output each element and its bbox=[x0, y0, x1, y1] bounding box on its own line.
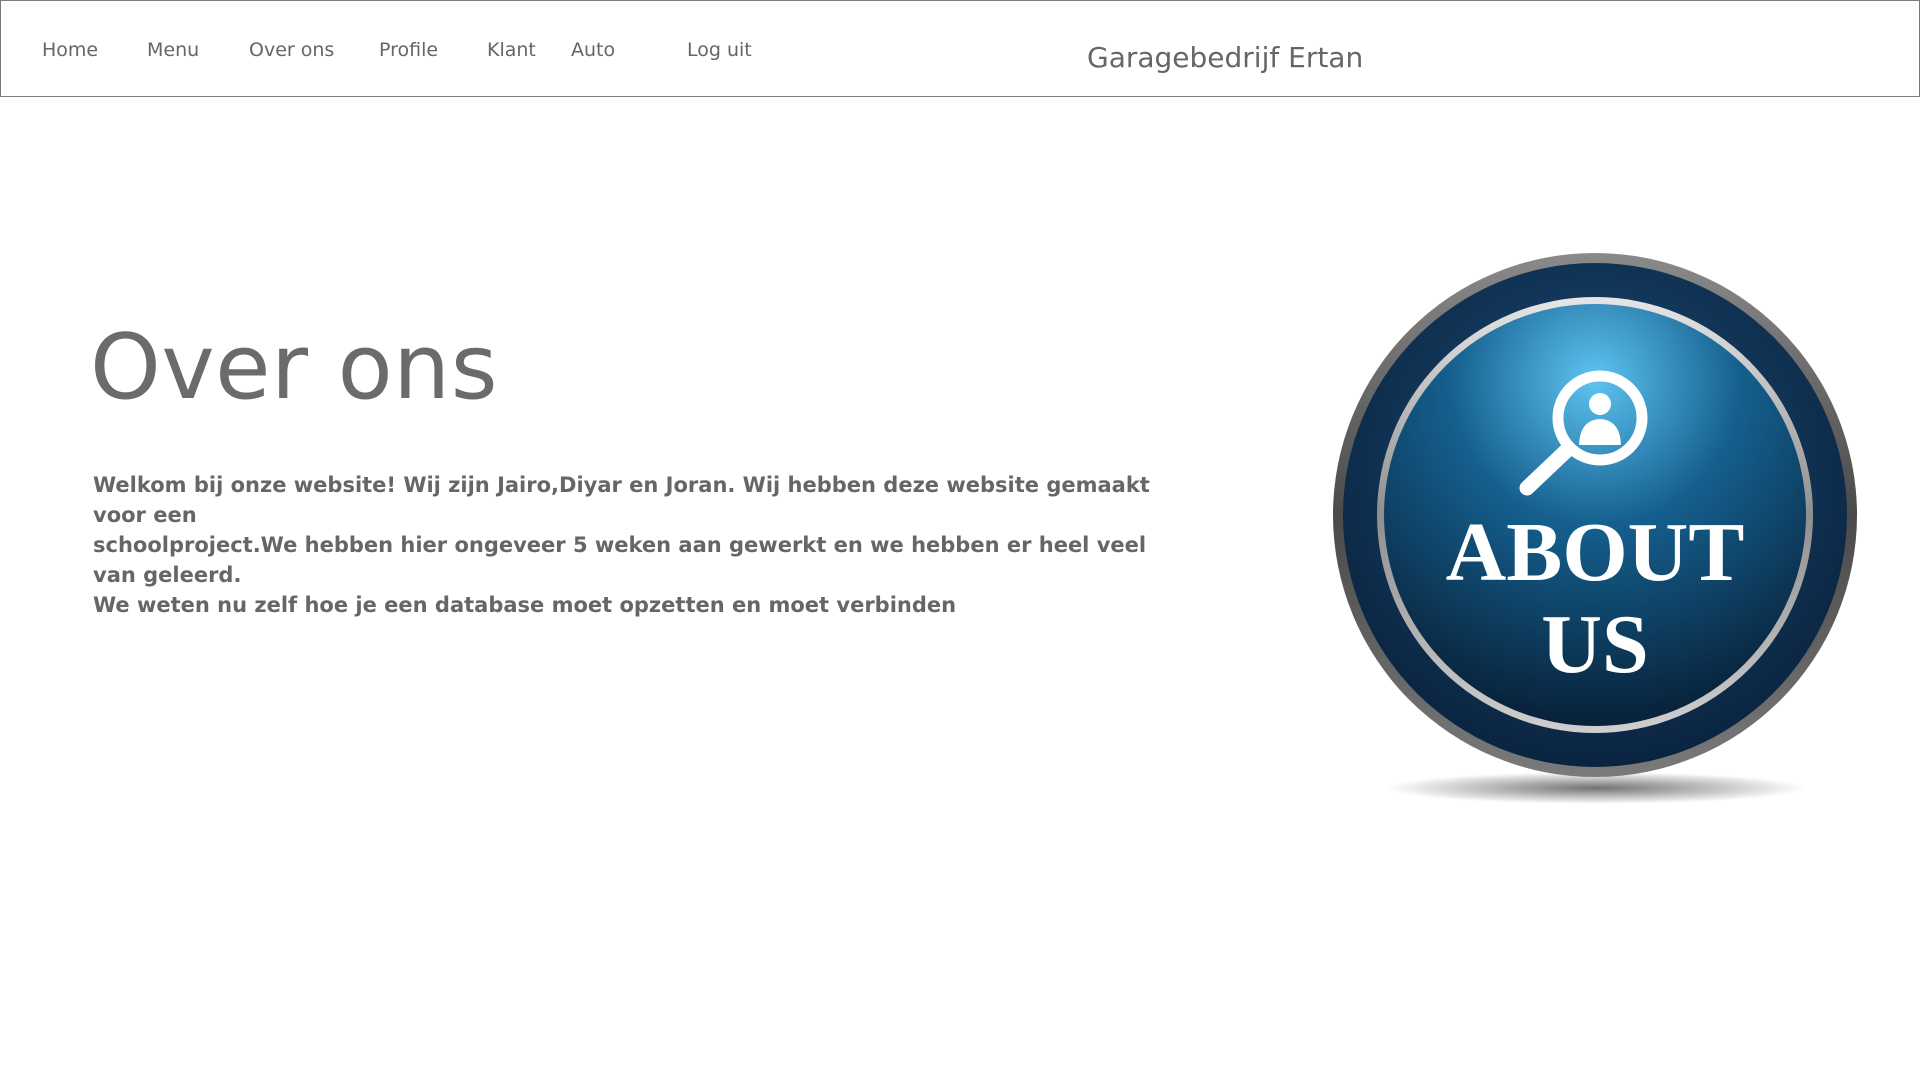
intro-paragraph: Welkom bij onze website! Wij zijn Jairo,… bbox=[93, 470, 1193, 620]
nav-over-ons-link[interactable]: Over ons bbox=[249, 39, 334, 61]
about-us-badge: ABOUT US bbox=[1333, 253, 1857, 804]
nav-log-uit-link[interactable]: Log uit bbox=[687, 39, 752, 61]
nav-profile-link[interactable]: Profile bbox=[379, 39, 438, 61]
intro-line: Welkom bij onze website! Wij zijn Jairo,… bbox=[93, 473, 1150, 527]
badge-text-line2: US bbox=[1541, 598, 1648, 691]
nav-klant-link[interactable]: Klant bbox=[487, 39, 536, 61]
brand-title: Garagebedrijf Ertan bbox=[1087, 41, 1364, 74]
top-navbar: Home Menu Over ons Profile Klant Auto Lo… bbox=[0, 0, 1920, 97]
nav-home-link[interactable]: Home bbox=[42, 39, 98, 61]
badge-text-line1: ABOUT bbox=[1446, 506, 1745, 599]
intro-line: We weten nu zelf hoe je een database moe… bbox=[93, 593, 957, 617]
nav-auto-link[interactable]: Auto bbox=[571, 39, 615, 61]
intro-line: schoolproject.We hebben hier ongeveer 5 … bbox=[93, 533, 1147, 587]
nav-menu-link[interactable]: Menu bbox=[147, 39, 199, 61]
page-title: Over ons bbox=[90, 315, 499, 420]
